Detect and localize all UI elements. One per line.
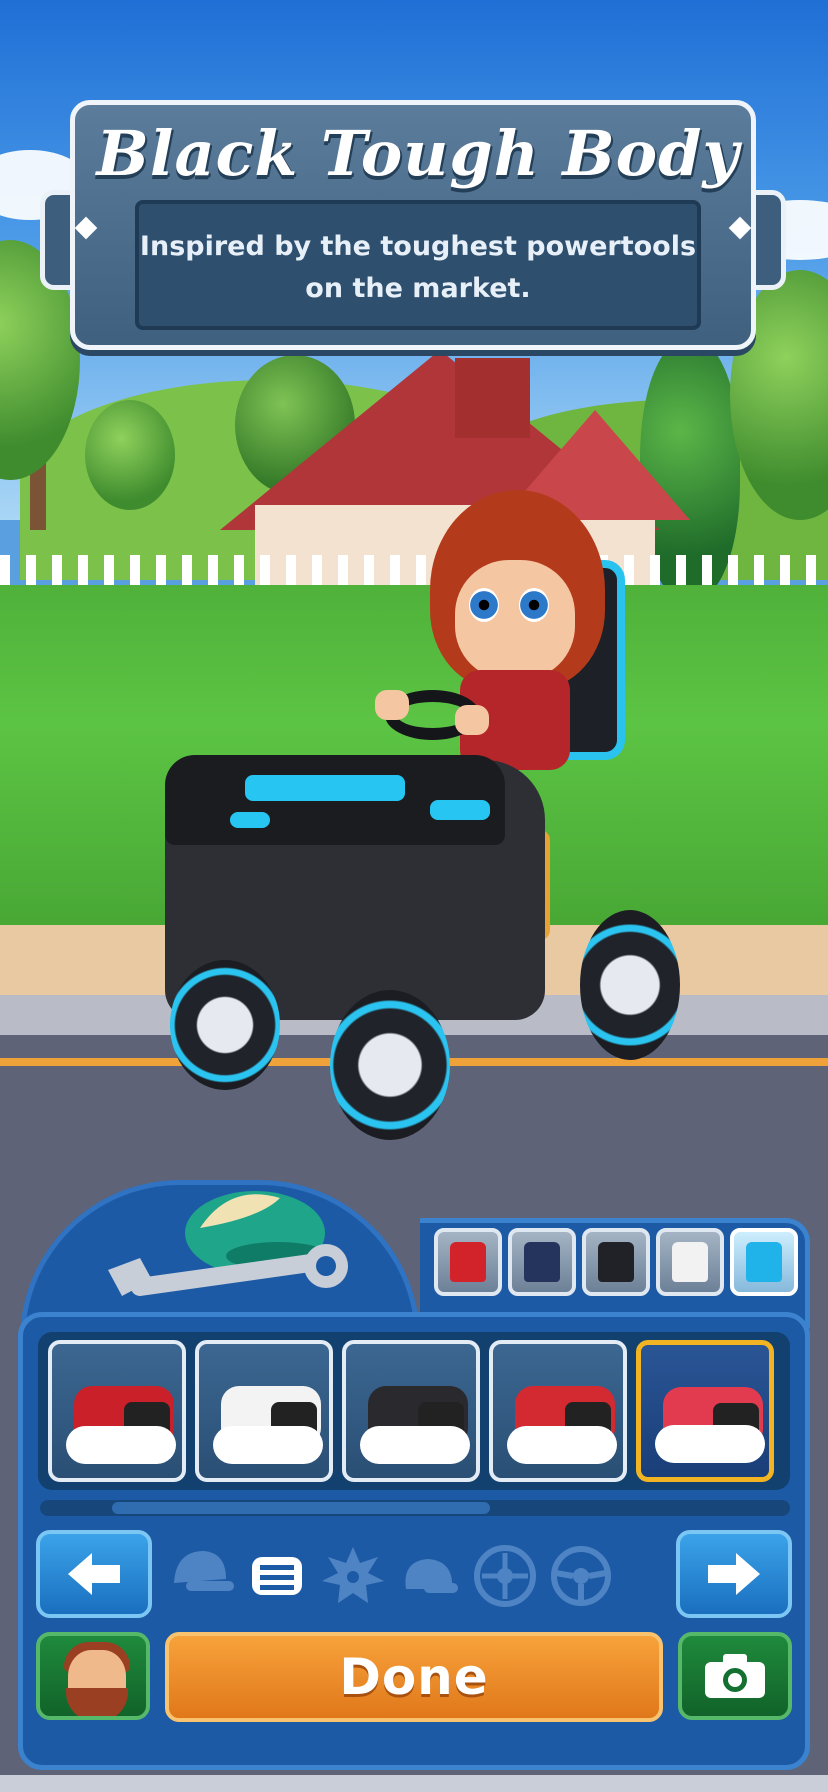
shirt-color-icon (524, 1242, 560, 1282)
shirt-color-icon (598, 1242, 634, 1282)
wheel-preview (507, 1426, 617, 1464)
item-description: Inspired by the toughest powertools on t… (139, 226, 697, 310)
mower-stripe (430, 800, 490, 820)
avatar-beard (66, 1688, 128, 1716)
item-info-banner: Black Tough Body Inspired by the toughes… (40, 100, 786, 350)
character-select-button[interactable] (36, 1632, 150, 1720)
wheel-preview (360, 1426, 470, 1464)
seat-icon (405, 1559, 458, 1593)
color-swatch-black[interactable] (582, 1228, 650, 1296)
description-line: on the market. (305, 273, 531, 304)
wheel-icon (474, 1545, 536, 1607)
wheel-preview (66, 1426, 176, 1464)
character-face (455, 560, 575, 680)
shirt-color-icon (746, 1242, 782, 1282)
wheel-preview (213, 1426, 323, 1464)
color-swatch-navy-red[interactable] (508, 1228, 576, 1296)
options-scrollbar-thumb[interactable] (112, 1502, 490, 1514)
category-seat-button[interactable] (394, 1542, 464, 1608)
body-option-body-black-red[interactable] (342, 1340, 480, 1482)
camera-icon (705, 1654, 765, 1698)
category-steering-wheel-button[interactable] (546, 1542, 616, 1608)
mower-wheel (580, 910, 680, 1060)
body-option-body-pink-sport[interactable] (636, 1340, 774, 1482)
mower-stripe (230, 812, 270, 828)
camera-button[interactable] (678, 1632, 792, 1720)
done-button[interactable]: Done (165, 1632, 663, 1722)
blade-icon (322, 1547, 384, 1603)
wheel-preview (655, 1425, 765, 1463)
arrow-right-icon (708, 1553, 760, 1595)
description-box: Inspired by the toughest powertools on t… (135, 200, 701, 330)
character-hand (375, 690, 409, 720)
banner-frame: Black Tough Body Inspired by the toughes… (70, 100, 756, 350)
description-line: Inspired by the toughest powertools (139, 231, 697, 262)
previous-category-button[interactable] (36, 1530, 152, 1618)
color-swatch-cyan[interactable] (730, 1228, 798, 1296)
category-blade-button[interactable] (318, 1542, 388, 1608)
next-category-button[interactable] (676, 1530, 792, 1618)
mower-wheel (330, 990, 450, 1140)
cap-icon (174, 1551, 234, 1591)
item-title: Black Tough Body (96, 117, 740, 190)
body-option-body-red-square[interactable] (489, 1340, 627, 1482)
body-option-body-red-grille[interactable] (48, 1340, 186, 1482)
mower-wheel (170, 960, 280, 1090)
shirt-color-icon (672, 1242, 708, 1282)
character-eye (469, 588, 499, 622)
tree (85, 400, 175, 510)
body-option-body-white-black[interactable] (195, 1340, 333, 1482)
wrench-icon (108, 1244, 348, 1296)
category-wheel-button[interactable] (470, 1542, 540, 1608)
body-icon (252, 1557, 302, 1595)
character-hand (455, 705, 489, 735)
character-eye (519, 588, 549, 622)
category-body-button[interactable] (242, 1542, 312, 1608)
steering-wheel-icon (551, 1546, 611, 1606)
shirt-color-icon (450, 1242, 486, 1282)
bottom-edge (0, 1775, 828, 1792)
mower-stripe (245, 775, 405, 801)
category-cap-button[interactable] (166, 1542, 236, 1608)
arrow-left-icon (68, 1553, 120, 1595)
color-swatch-white-orange[interactable] (656, 1228, 724, 1296)
color-swatch-red[interactable] (434, 1228, 502, 1296)
